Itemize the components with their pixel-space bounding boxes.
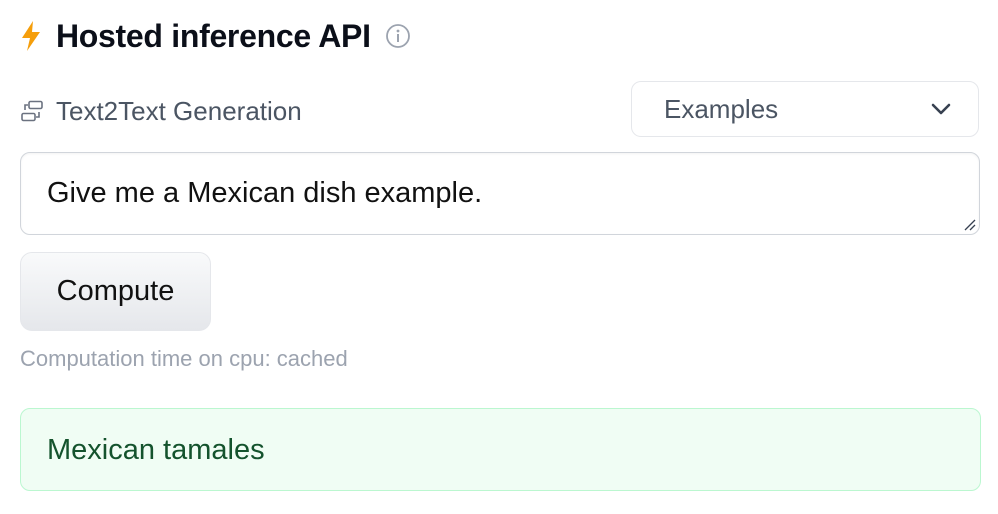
compute-button[interactable]: Compute — [20, 252, 211, 331]
examples-dropdown[interactable]: Examples — [631, 81, 979, 137]
chevron-down-icon — [930, 98, 952, 120]
info-icon[interactable] — [385, 23, 411, 49]
lightning-bolt-icon — [20, 20, 42, 52]
resize-handle-icon[interactable] — [962, 217, 976, 231]
input-textarea[interactable]: Give me a Mexican dish example. — [20, 152, 980, 235]
computation-time: Computation time on cpu: cached — [20, 346, 348, 371]
widget-title: Hosted inference API — [56, 17, 371, 54]
output-box: Mexican tamales — [20, 408, 981, 491]
examples-label: Examples — [664, 93, 779, 124]
input-text: Give me a Mexican dish example. — [47, 177, 483, 209]
output-text: Mexican tamales — [47, 434, 265, 466]
task-label: Text2Text Generation — [56, 95, 302, 126]
widget-header: Hosted inference API — [20, 16, 411, 56]
text2text-task-icon — [20, 99, 44, 123]
task-type: Text2Text Generation — [20, 92, 302, 130]
